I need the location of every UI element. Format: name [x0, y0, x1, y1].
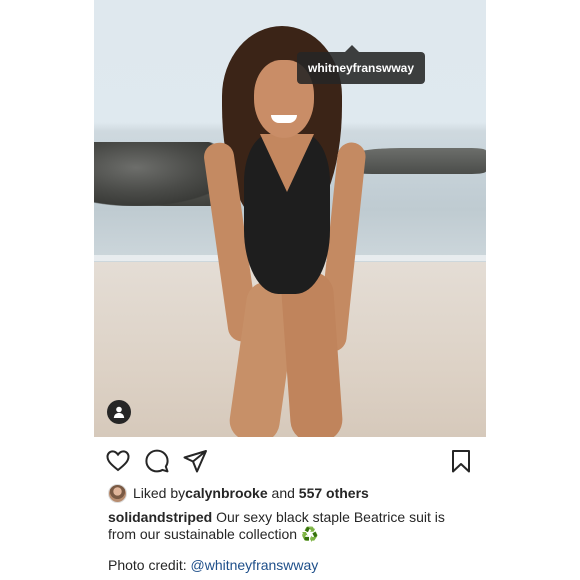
model-smile	[271, 115, 297, 123]
credit-mention-link[interactable]: @whitneyfranswway	[191, 557, 319, 573]
bookmark-icon[interactable]	[448, 448, 474, 474]
share-icon[interactable]	[182, 448, 208, 474]
rocks-jetty-right	[344, 148, 486, 174]
likes-joiner: and	[267, 485, 299, 501]
post-action-bar	[94, 446, 486, 474]
model-figure	[202, 22, 367, 437]
liker-avatar[interactable]	[108, 483, 127, 503]
credit-label: Photo credit:	[108, 557, 191, 573]
comment-icon[interactable]	[144, 448, 170, 474]
likes-summary: Liked by calynbrooke and 557 others	[108, 483, 478, 503]
post-caption: solidandstriped Our sexy black staple Be…	[108, 509, 476, 543]
tagged-users-button[interactable]	[107, 400, 131, 424]
photo-credit: Photo credit: @whitneyfranswway	[108, 557, 476, 573]
post-photo[interactable]: whitneyfranswway	[94, 0, 486, 437]
recycle-emoji: ♻️	[301, 526, 319, 542]
instagram-post: whitneyfranswway Liked by calynbrooke an…	[94, 0, 486, 580]
likes-count-link[interactable]: 557 others	[299, 485, 369, 501]
likes-prefix: Liked by	[133, 485, 186, 501]
person-icon	[113, 406, 125, 418]
caption-username[interactable]: solidandstriped	[108, 509, 212, 525]
liker-username[interactable]: calynbrooke	[185, 485, 267, 501]
heart-icon[interactable]	[105, 448, 131, 474]
user-tag-label[interactable]: whitneyfranswway	[297, 45, 426, 84]
